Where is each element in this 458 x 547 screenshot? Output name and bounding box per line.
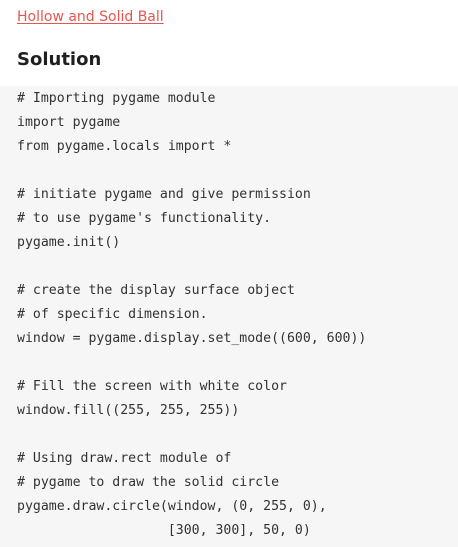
code-line-2: import pygame (17, 115, 121, 130)
section-title: Solution (17, 49, 102, 70)
code-line-11: window = pygame.display.set_mode((600, 6… (17, 331, 367, 346)
code-block: # Importing pygame module import pygame … (0, 86, 458, 547)
article-page: Hollow and Solid Ball Solution # Importi… (0, 0, 458, 547)
code-line-13: # Fill the screen with white color (17, 379, 287, 394)
code-line-17: # pygame to draw the solid circle (17, 475, 280, 490)
code-line-5: # initiate pygame and give permission (17, 187, 311, 202)
code-line-16: # Using draw.rect module of (17, 451, 232, 466)
code-line-18: pygame.draw.circle(window, (0, 255, 0), (17, 499, 327, 514)
code-line-3: from pygame.locals import * (17, 139, 232, 154)
code-line-1: # Importing pygame module (17, 91, 216, 106)
code-line-10: # of specific dimension. (17, 307, 208, 322)
code-line-9: # create the display surface object (17, 283, 295, 298)
code-line-6: # to use pygame's functionality. (17, 211, 272, 226)
code-line-19: [300, 300], 50, 0) (17, 523, 311, 538)
code-line-14: window.fill((255, 255, 255)) (17, 403, 240, 418)
code-line-7: pygame.init() (17, 235, 121, 250)
hollow-and-solid-ball-link[interactable]: Hollow and Solid Ball (17, 8, 164, 26)
